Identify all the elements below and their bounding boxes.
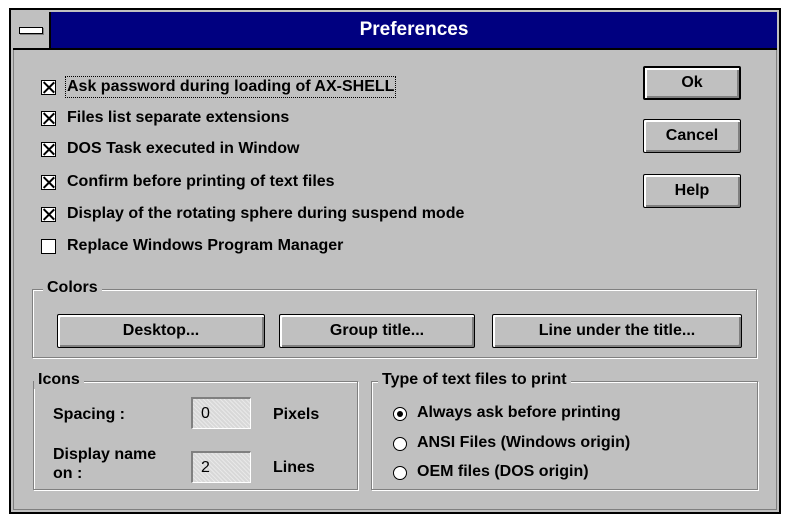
label-rotating-sphere[interactable]: Display of the rotating sphere during su… (67, 205, 464, 223)
label-replace-program-manager[interactable]: Replace Windows Program Manager (67, 237, 343, 255)
title-bar[interactable]: Preferences (13, 12, 777, 50)
radio-ansi-files[interactable] (393, 437, 407, 451)
colors-group-title: Colors (43, 279, 102, 297)
checkbox-replace-program-manager[interactable] (41, 239, 56, 254)
cancel-button[interactable]: Cancel (643, 119, 741, 153)
checkbox-dos-task-window[interactable] (41, 142, 56, 157)
group-title-color-button[interactable]: Group title... (279, 314, 475, 348)
label-dos-task-window[interactable]: DOS Task executed in Window (67, 140, 300, 158)
desktop-color-button[interactable]: Desktop... (57, 314, 265, 348)
label-ask-password[interactable]: Ask password during loading of AX-SHELL (64, 76, 397, 98)
label-always-ask[interactable]: Always ask before printing (417, 404, 621, 422)
ok-button[interactable]: Ok (643, 66, 741, 100)
system-menu-icon (19, 27, 43, 34)
spacing-unit-label: Pixels (273, 406, 320, 423)
checkbox-confirm-printing[interactable] (41, 175, 56, 190)
line-under-title-color-button[interactable]: Line under the title... (492, 314, 742, 348)
help-button[interactable]: Help (643, 174, 741, 208)
label-separate-extensions[interactable]: Files list separate extensions (67, 109, 289, 127)
preferences-dialog: Preferences Ask password during loading … (9, 8, 781, 514)
spacing-input[interactable]: 0 (191, 397, 251, 429)
system-menu-button[interactable] (13, 12, 51, 48)
checkbox-ask-password[interactable] (41, 80, 56, 95)
checkbox-separate-extensions[interactable] (41, 111, 56, 126)
label-confirm-printing[interactable]: Confirm before printing of text files (67, 173, 335, 191)
radio-always-ask[interactable] (393, 407, 407, 421)
print-type-group-title: Type of text files to print (378, 371, 571, 389)
display-name-lines-input[interactable]: 2 (191, 451, 251, 483)
display-name-label-on: on : (53, 465, 83, 482)
label-ansi-files[interactable]: ANSI Files (Windows origin) (417, 434, 630, 452)
checkbox-rotating-sphere[interactable] (41, 207, 56, 222)
display-name-label: Display name (53, 446, 157, 463)
window-title: Preferences (359, 19, 469, 40)
display-name-unit-label: Lines (273, 459, 315, 476)
spacing-label: Spacing : (53, 406, 126, 423)
icons-group-title: Icons (34, 371, 84, 389)
radio-oem-files[interactable] (393, 466, 407, 480)
label-oem-files[interactable]: OEM files (DOS origin) (417, 463, 589, 481)
